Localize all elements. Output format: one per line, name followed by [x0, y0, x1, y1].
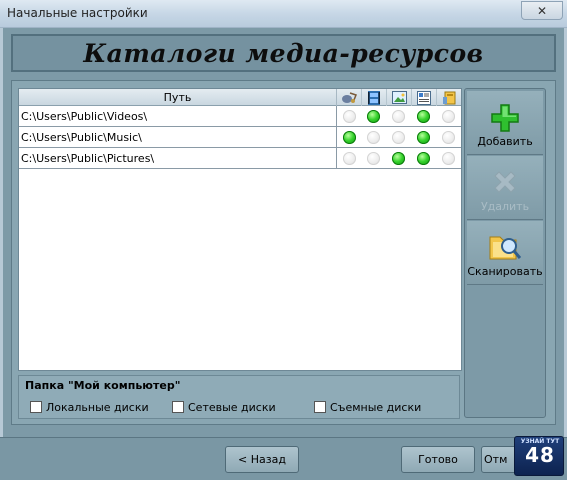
- column-header-path[interactable]: Путь: [19, 89, 337, 106]
- row-path: C:\Users\Public\Music\: [21, 131, 142, 144]
- scan-button[interactable]: Сканировать: [467, 221, 543, 285]
- table-header: Путь: [19, 89, 461, 106]
- image-flag-indicator[interactable]: [392, 110, 405, 123]
- back-button[interactable]: < Назад: [225, 446, 299, 473]
- audio-flag-indicator[interactable]: [343, 152, 356, 165]
- watermark-number: 48: [525, 443, 555, 467]
- window-title: Начальные настройки: [7, 6, 148, 20]
- table-row[interactable]: C:\Users\Public\Pictures\: [19, 148, 461, 169]
- video-flag-indicator[interactable]: [367, 110, 380, 123]
- video-flag-indicator[interactable]: [367, 152, 380, 165]
- audio-flag-indicator[interactable]: [343, 110, 356, 123]
- audio-icon[interactable]: [337, 89, 362, 106]
- video-flag-indicator[interactable]: [367, 131, 380, 144]
- image-icon[interactable]: [387, 89, 412, 106]
- my-computer-group: Папка "Мой компьютер" Локальные диски Се…: [18, 375, 460, 419]
- watermark-logo: УЗНАЙ ТУТ 48: [514, 436, 564, 476]
- audio-flag-indicator[interactable]: [343, 131, 356, 144]
- table-row[interactable]: C:\Users\Public\Music\: [19, 127, 461, 148]
- other-icon[interactable]: [437, 89, 462, 106]
- other-flag-indicator[interactable]: [442, 152, 455, 165]
- row-path: C:\Users\Public\Pictures\: [21, 152, 155, 165]
- network-disks-label: Сетевые диски: [188, 401, 276, 414]
- document-flag-indicator[interactable]: [417, 110, 430, 123]
- close-icon: ✕: [536, 3, 548, 18]
- removable-disks-checkbox[interactable]: [314, 401, 326, 413]
- video-icon[interactable]: [362, 89, 387, 106]
- delete-icon: [494, 171, 516, 193]
- document-flag-indicator[interactable]: [417, 152, 430, 165]
- remove-button[interactable]: Удалить: [467, 156, 543, 220]
- add-button[interactable]: Добавить: [467, 91, 543, 155]
- remove-button-label: Удалить: [480, 200, 530, 213]
- row-path: C:\Users\Public\Videos\: [21, 110, 148, 123]
- group-title: Папка "Мой компьютер": [25, 379, 181, 392]
- folders-table: Путь C:\Users\Public\Videos\ C:\Users\Pu…: [18, 88, 462, 371]
- image-flag-indicator[interactable]: [392, 131, 405, 144]
- done-button[interactable]: Готово: [401, 446, 475, 473]
- document-icon[interactable]: [412, 89, 437, 106]
- header-panel: Каталоги медиа-ресурсов: [11, 34, 556, 72]
- removable-disks-label: Съемные диски: [330, 401, 422, 414]
- page-title: Каталоги медиа-ресурсов: [83, 38, 484, 68]
- scan-button-label: Сканировать: [467, 265, 543, 278]
- folder-search-icon: [489, 236, 522, 260]
- side-toolbar: Добавить Удалить Сканировать: [464, 88, 546, 418]
- network-disks-checkbox[interactable]: [172, 401, 184, 413]
- table-row[interactable]: C:\Users\Public\Videos\: [19, 106, 461, 127]
- document-flag-indicator[interactable]: [417, 131, 430, 144]
- title-bar: Начальные настройки ✕: [0, 0, 567, 28]
- other-flag-indicator[interactable]: [442, 131, 455, 144]
- other-flag-indicator[interactable]: [442, 110, 455, 123]
- image-flag-indicator[interactable]: [392, 152, 405, 165]
- local-disks-label: Локальные диски: [46, 401, 149, 414]
- local-disks-checkbox[interactable]: [30, 401, 42, 413]
- close-button[interactable]: ✕: [521, 1, 563, 20]
- plus-icon: [491, 104, 519, 132]
- add-button-label: Добавить: [477, 135, 533, 148]
